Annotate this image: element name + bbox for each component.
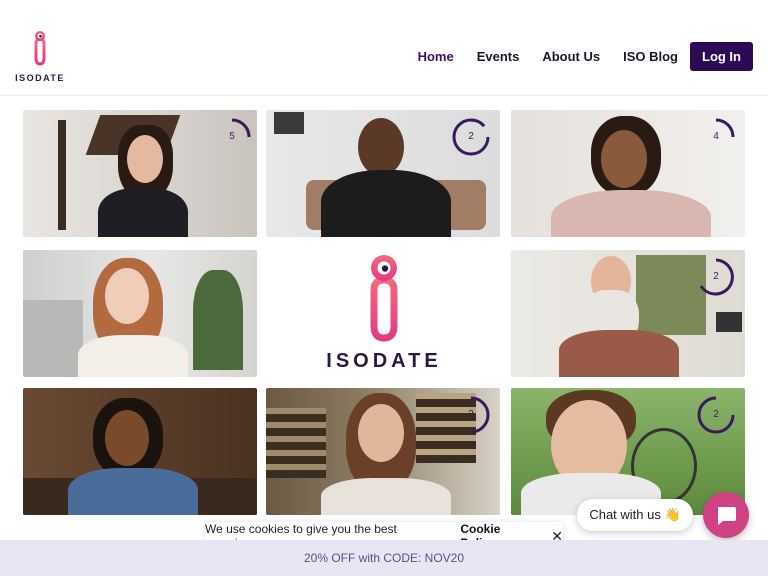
video-tile-6[interactable] [23, 388, 257, 515]
video-tile-1[interactable]: 5 [23, 110, 257, 237]
video-tile-4[interactable] [23, 250, 257, 377]
nav-home[interactable]: Home [418, 49, 454, 64]
countdown-timer: 2 [697, 258, 735, 296]
site-header: ISODATE Home Events About Us ISO Blog Lo… [0, 0, 768, 96]
video-tile-7[interactable]: 2 [266, 388, 500, 515]
chat-icon [718, 507, 736, 525]
video-tile-5[interactable]: 2 [511, 250, 745, 377]
countdown-timer: 2 [452, 118, 490, 156]
login-button[interactable]: Log In [690, 41, 753, 71]
logo-wordmark: ISODATE [15, 73, 65, 83]
isodate-logo[interactable]: ISODATE [14, 30, 66, 84]
nav-iso-blog[interactable]: ISO Blog [623, 49, 678, 64]
promo-bar: 20% OFF with CODE: NOV20 [0, 540, 768, 576]
nav-events[interactable]: Events [477, 49, 520, 64]
countdown-timer: 2 [452, 396, 490, 434]
countdown-timer: 5 [213, 118, 251, 156]
chat-launcher-button[interactable] [703, 492, 749, 538]
main-nav: Home Events About Us ISO Blog Log In [395, 41, 753, 71]
video-tile-2[interactable]: 2 [266, 110, 500, 237]
center-logo-wordmark: ISODATE [326, 350, 442, 372]
countdown-timer: 4 [697, 118, 735, 156]
chat-with-us-bubble[interactable]: Chat with us 👋 [577, 499, 693, 531]
logo-mark-icon [34, 31, 46, 66]
logo-mark-icon [370, 255, 398, 342]
center-logo: ISODATE [270, 250, 498, 378]
video-tile-3[interactable]: 4 [511, 110, 745, 237]
countdown-timer: 2 [697, 396, 735, 434]
nav-about-us[interactable]: About Us [542, 49, 600, 64]
